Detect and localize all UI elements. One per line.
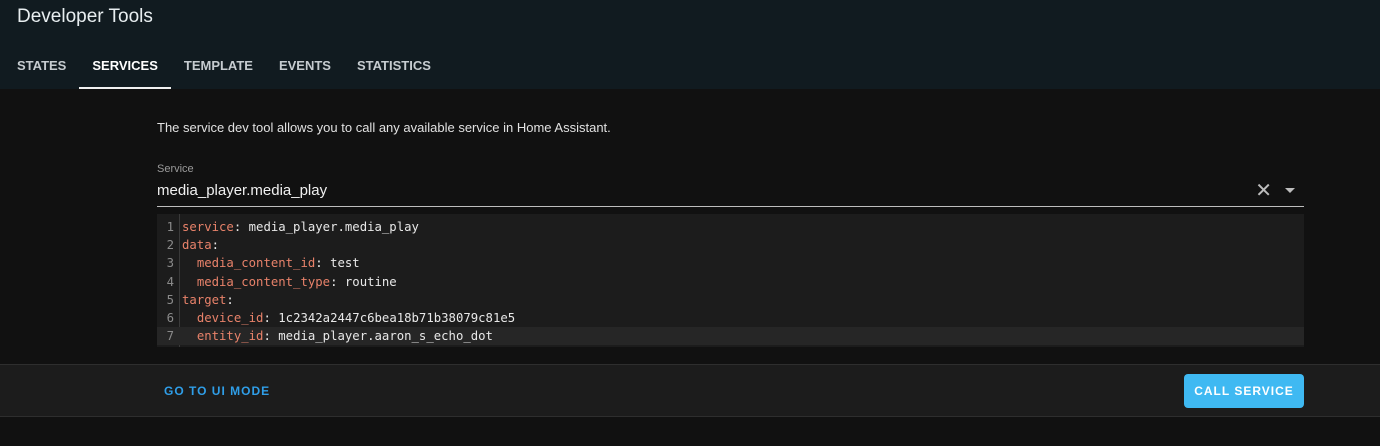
code-text: entity_id: media_player.aaron_s_echo_dot bbox=[182, 327, 493, 345]
line-number: 4 bbox=[166, 274, 174, 289]
service-label: Service bbox=[157, 163, 194, 175]
code-text: target: bbox=[182, 291, 234, 309]
tab-services[interactable]: SERVICES bbox=[79, 44, 171, 89]
code-line: 7 entity_id: media_player.aaron_s_echo_d… bbox=[157, 327, 1304, 346]
line-number: 6 bbox=[166, 311, 174, 325]
line-number: 1 bbox=[166, 220, 174, 234]
yaml-value: routine bbox=[344, 274, 397, 289]
service-picker[interactable]: media_player.media_play ✕ bbox=[157, 178, 1304, 207]
yaml-separator: : bbox=[315, 256, 331, 271]
chevron-down-icon[interactable] bbox=[1285, 188, 1295, 193]
code-text: device_id: 1c2342a2447c6bea18b71b38079c8… bbox=[182, 309, 515, 327]
yaml-separator: : bbox=[233, 220, 249, 234]
description: The service dev tool allows you to call … bbox=[157, 120, 611, 135]
tab-template[interactable]: TEMPLATE bbox=[171, 44, 266, 89]
tab-statistics[interactable]: STATISTICS bbox=[344, 44, 444, 89]
code-line: 4 media_content_type: routine bbox=[157, 273, 1304, 291]
code-line: 3 media_content_id: test bbox=[157, 254, 1304, 272]
line-number: 2 bbox=[166, 238, 174, 253]
yaml-separator: : bbox=[263, 311, 279, 325]
yaml-separator: : bbox=[263, 329, 279, 344]
code-text: data: bbox=[182, 236, 219, 254]
yaml-key: media_content_id bbox=[196, 256, 316, 271]
yaml-value: media_player.media_play bbox=[248, 220, 419, 234]
line-number: 7 bbox=[166, 329, 174, 344]
code-line: 1 service: media_player.media_play bbox=[157, 218, 1304, 236]
yaml-key: target bbox=[182, 292, 227, 307]
line-number: 5 bbox=[166, 292, 174, 307]
go-to-ui-mode-button[interactable]: GO TO UI MODE bbox=[164, 384, 270, 398]
yaml-key: data bbox=[182, 238, 212, 253]
yaml-key: service bbox=[182, 220, 234, 234]
code-text: media_content_id: test bbox=[182, 254, 360, 272]
yaml-editor[interactable]: 1 service: media_player.media_play 2 data: 3… bbox=[157, 214, 1304, 347]
clear-icon[interactable]: ✕ bbox=[1255, 181, 1272, 201]
app-header: Developer Tools STATES SERVICES TEMPLATE… bbox=[0, 0, 1380, 89]
tab-events[interactable]: EVENTS bbox=[266, 44, 344, 89]
yaml-separator: : bbox=[211, 238, 220, 253]
yaml-key: entity_id bbox=[196, 329, 264, 344]
yaml-separator: : bbox=[330, 274, 345, 289]
yaml-value: 1c2342a2447c6bea18b71b38079c81e5 bbox=[278, 311, 516, 325]
call-service-button[interactable]: CALL SERVICE bbox=[1184, 374, 1304, 408]
yaml-separator: : bbox=[226, 292, 234, 307]
code-line: 2 data: bbox=[157, 236, 1304, 254]
code-line: 6 device_id: 1c2342a2447c6bea18b71b38079… bbox=[157, 309, 1304, 327]
line-number: 3 bbox=[166, 256, 174, 271]
code-text: media_content_type: routine bbox=[182, 273, 397, 291]
tab-states[interactable]: STATES bbox=[0, 44, 79, 89]
yaml-key: device_id bbox=[196, 311, 264, 325]
yaml-key: media_content_type bbox=[196, 274, 331, 289]
code-line: 5 target: bbox=[157, 291, 1304, 309]
code-text: service: media_player.media_play bbox=[182, 218, 419, 236]
page-title: Developer Tools bbox=[17, 6, 153, 27]
service-input[interactable]: media_player.media_play bbox=[157, 182, 327, 199]
card-actions: GO TO UI MODE CALL SERVICE bbox=[0, 364, 1380, 417]
yaml-value: test bbox=[330, 256, 360, 271]
tab-bar: STATES SERVICES TEMPLATE EVENTS STATISTI… bbox=[0, 44, 444, 89]
yaml-value: media_player.aaron_s_echo_dot bbox=[278, 329, 493, 344]
